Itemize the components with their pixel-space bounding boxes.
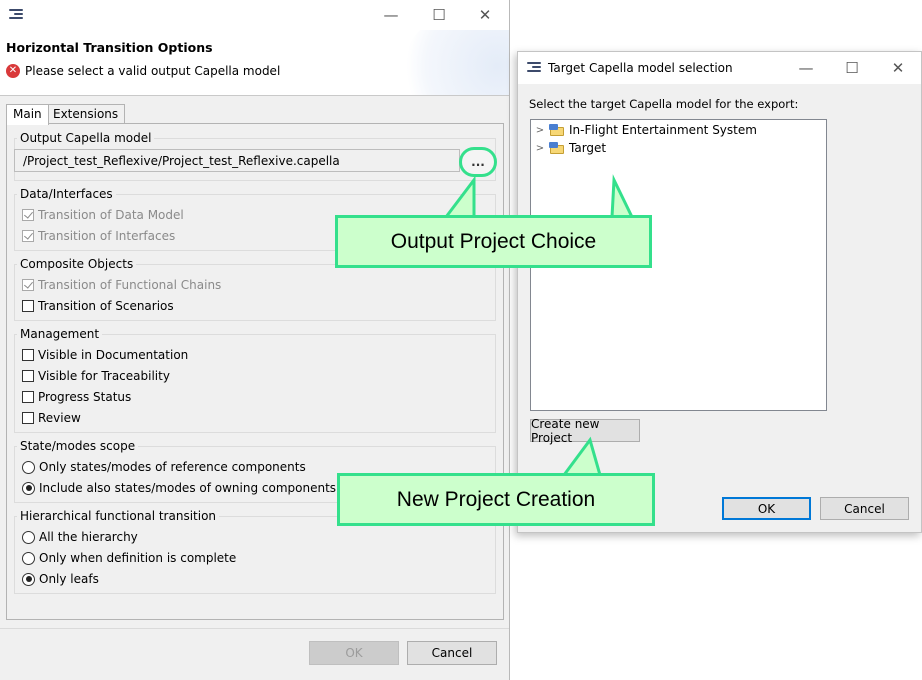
maximize-icon[interactable]: ☐ bbox=[416, 0, 462, 30]
dialog-ok-button[interactable]: OK bbox=[722, 497, 811, 520]
create-new-project-button[interactable]: Create new Project bbox=[530, 417, 640, 445]
checkbox-review[interactable]: Review bbox=[22, 411, 81, 425]
hierarchical-transition-legend: Hierarchical functional transition bbox=[20, 509, 217, 523]
error-icon: ✕ bbox=[6, 64, 20, 78]
output-model-path-input[interactable] bbox=[14, 149, 460, 172]
dialog-minimize-icon[interactable]: — bbox=[783, 52, 829, 84]
app-menu-icon[interactable] bbox=[9, 9, 23, 21]
checkbox-box[interactable] bbox=[22, 391, 34, 403]
management-legend: Management bbox=[20, 327, 100, 341]
radio-circle[interactable] bbox=[22, 481, 35, 495]
wizard-ok-button[interactable]: OK bbox=[309, 641, 399, 665]
checkbox-label: Progress Status bbox=[38, 390, 132, 404]
radio-only-leafs[interactable]: Only leafs bbox=[22, 572, 99, 586]
footer-separator bbox=[0, 628, 509, 629]
checkbox-transition-data-model[interactable]: Transition of Data Model bbox=[22, 208, 184, 222]
checkbox-transition-interfaces[interactable]: Transition of Interfaces bbox=[22, 229, 175, 243]
dialog-cancel-button[interactable]: Cancel bbox=[820, 497, 909, 520]
radio-label: Only leafs bbox=[39, 572, 99, 586]
radio-label: All the hierarchy bbox=[39, 530, 138, 544]
checkbox-transition-scenarios[interactable]: Transition of Scenarios bbox=[22, 299, 174, 313]
checkbox-box[interactable] bbox=[22, 209, 34, 221]
checkbox-label: Transition of Data Model bbox=[38, 208, 184, 222]
checkbox-box[interactable] bbox=[22, 370, 34, 382]
radio-label: Only when definition is complete bbox=[39, 551, 237, 565]
radio-definition-complete[interactable]: Only when definition is complete bbox=[22, 551, 236, 565]
error-message: Please select a valid output Capella mod… bbox=[25, 64, 281, 78]
checkbox-visible-in-documentation[interactable]: Visible in Documentation bbox=[22, 348, 188, 362]
radio-circle[interactable] bbox=[22, 572, 35, 586]
header-decoration bbox=[399, 30, 509, 95]
tab-main[interactable]: Main bbox=[6, 104, 49, 125]
tree-item-label: Target bbox=[569, 141, 607, 155]
dialog-title: Target Capella model selection bbox=[548, 61, 733, 75]
checkbox-box[interactable] bbox=[22, 300, 34, 312]
checkbox-box[interactable] bbox=[22, 412, 34, 424]
minimize-icon[interactable]: — bbox=[368, 0, 414, 30]
dialog-close-icon[interactable]: ✕ bbox=[875, 52, 921, 84]
checkbox-visible-for-traceability[interactable]: Visible for Traceability bbox=[22, 369, 170, 383]
radio-label: Only states/modes of reference component… bbox=[39, 460, 306, 474]
state-modes-legend: State/modes scope bbox=[20, 439, 136, 453]
checkbox-label: Transition of Functional Chains bbox=[38, 278, 222, 292]
checkbox-label: Visible in Documentation bbox=[38, 348, 189, 362]
radio-circle[interactable] bbox=[22, 530, 35, 544]
data-interfaces-legend: Data/Interfaces bbox=[20, 187, 113, 201]
wizard-cancel-button[interactable]: Cancel bbox=[407, 641, 497, 665]
dialog-titlebar: Target Capella model selection — ☐ ✕ bbox=[518, 52, 921, 84]
radio-only-reference-components[interactable]: Only states/modes of reference component… bbox=[22, 460, 306, 474]
radio-include-owning-components[interactable]: Include also states/modes of owning comp… bbox=[22, 481, 379, 495]
dialog-maximize-icon[interactable]: ☐ bbox=[829, 52, 875, 84]
close-icon[interactable]: ✕ bbox=[462, 0, 508, 30]
radio-label: Include also states/modes of owning comp… bbox=[39, 481, 379, 495]
new-project-creation-callout: New Project Creation bbox=[337, 473, 655, 526]
composite-objects-legend: Composite Objects bbox=[20, 257, 134, 271]
horizontal-transition-wizard: — ☐ ✕ Horizontal Transition Options ✕ Pl… bbox=[0, 0, 510, 680]
tab-extensions[interactable]: Extensions bbox=[46, 104, 126, 124]
output-model-legend: Output Capella model bbox=[20, 131, 152, 145]
browse-output-model-button[interactable]: ... bbox=[459, 147, 497, 177]
checkbox-label: Transition of Scenarios bbox=[38, 299, 174, 313]
checkbox-label: Transition of Interfaces bbox=[38, 229, 176, 243]
checkbox-transition-functional-chains[interactable]: Transition of Functional Chains bbox=[22, 278, 221, 292]
error-banner: ✕ Please select a valid output Capella m… bbox=[6, 64, 280, 78]
chevron-right-icon[interactable]: > bbox=[535, 125, 545, 136]
tree-item-target[interactable]: > Target bbox=[535, 141, 606, 155]
wizard-title: Horizontal Transition Options bbox=[6, 40, 213, 55]
checkbox-progress-status[interactable]: Progress Status bbox=[22, 390, 131, 404]
dialog-app-menu-icon[interactable] bbox=[527, 62, 541, 74]
project-folder-icon bbox=[549, 141, 565, 155]
checkbox-box[interactable] bbox=[22, 279, 34, 291]
checkbox-label: Review bbox=[38, 411, 81, 425]
chevron-right-icon[interactable]: > bbox=[535, 143, 545, 154]
tree-item-label: In-Flight Entertainment System bbox=[569, 123, 757, 137]
target-model-selection-dialog: Target Capella model selection — ☐ ✕ Sel… bbox=[517, 51, 922, 533]
wizard-header: Horizontal Transition Options ✕ Please s… bbox=[0, 30, 509, 96]
checkbox-label: Visible for Traceability bbox=[38, 369, 170, 383]
radio-circle[interactable] bbox=[22, 460, 35, 474]
radio-circle[interactable] bbox=[22, 551, 35, 565]
checkbox-box[interactable] bbox=[22, 349, 34, 361]
project-folder-icon bbox=[549, 123, 565, 137]
tree-item-in-flight[interactable]: > In-Flight Entertainment System bbox=[535, 123, 757, 137]
radio-all-hierarchy[interactable]: All the hierarchy bbox=[22, 530, 138, 544]
checkbox-box[interactable] bbox=[22, 230, 34, 242]
wizard-titlebar: — ☐ ✕ bbox=[0, 0, 509, 30]
output-project-choice-callout: Output Project Choice bbox=[335, 215, 652, 268]
dialog-instruction: Select the target Capella model for the … bbox=[529, 97, 799, 111]
